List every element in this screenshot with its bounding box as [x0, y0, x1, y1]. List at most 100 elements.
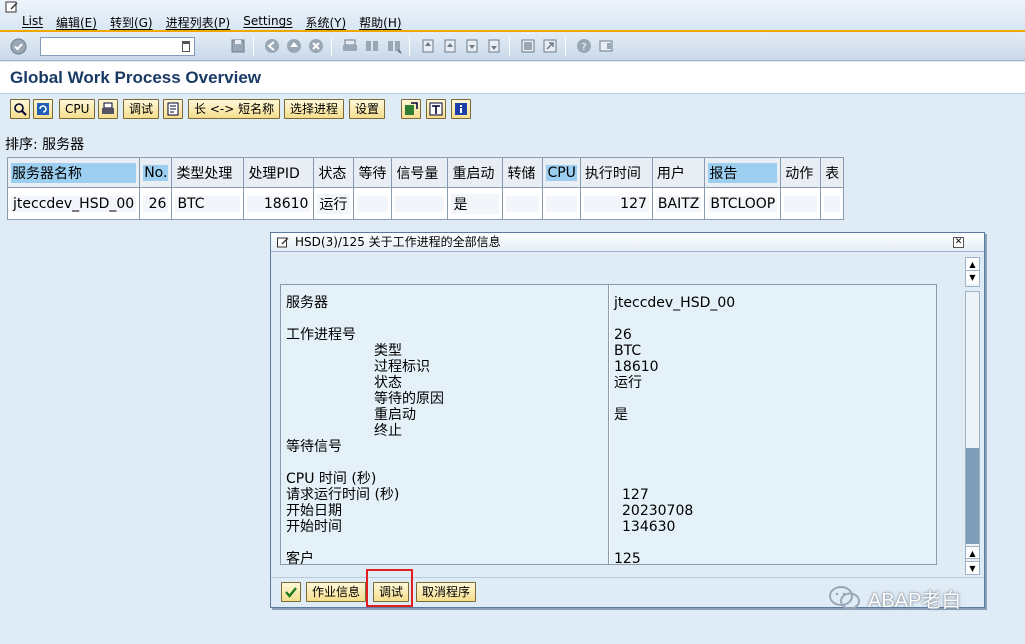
prev-page-icon[interactable]: [442, 38, 458, 54]
col-exec-time[interactable]: 执行时间: [579, 157, 653, 188]
cell-semaphore[interactable]: [391, 187, 449, 220]
cell-table[interactable]: [820, 187, 845, 220]
scroll-down-icon[interactable]: ▼: [966, 561, 979, 574]
col-semaphore[interactable]: 信号量: [391, 157, 449, 188]
scroll-up-icon[interactable]: ▲: [966, 546, 979, 559]
cell-server-name[interactable]: jteccdev_HSD_00: [6, 187, 141, 220]
first-page-icon[interactable]: [420, 38, 436, 54]
confirm-button[interactable]: [281, 582, 301, 602]
col-server-name[interactable]: 服务器名称: [6, 157, 141, 188]
label-type: 类型: [374, 343, 402, 359]
standard-toolbar: ?: [0, 32, 1025, 61]
cell-type[interactable]: BTC: [171, 187, 245, 220]
last-page-icon[interactable]: [486, 38, 502, 54]
cancel-icon[interactable]: [308, 38, 324, 54]
export-icon: [405, 102, 418, 115]
watermark: ABAP老白: [828, 584, 961, 612]
col-user[interactable]: 用户: [651, 157, 706, 188]
close-icon[interactable]: ✕: [953, 237, 964, 248]
cpu-button[interactable]: CPU: [59, 99, 96, 119]
check-icon: [285, 587, 297, 598]
detail-scrollbar[interactable]: ▲ ▼: [965, 291, 980, 575]
shortcut-icon[interactable]: [542, 38, 558, 54]
select-process-button[interactable]: 选择进程: [284, 99, 345, 119]
dialog-menu-icon[interactable]: [277, 237, 289, 248]
ok-icon[interactable]: [10, 38, 27, 55]
label-terminate: 终止: [374, 423, 402, 439]
menu-edit[interactable]: 编辑(E): [56, 14, 104, 31]
value-start-time: 134630: [622, 519, 676, 535]
command-field[interactable]: [40, 37, 195, 56]
menu-help[interactable]: 帮助(H): [359, 14, 408, 31]
command-input[interactable]: [41, 38, 179, 55]
label-wp-no: 工作进程号: [286, 327, 356, 343]
cell-status[interactable]: 运行: [313, 187, 355, 220]
page-title: Global Work Process Overview: [10, 68, 262, 87]
work-process-table: 服务器名称 No. 类型处理 处理PID 状态 等待 信号量 重启动 转储 CP…: [6, 157, 845, 220]
col-type[interactable]: 类型处理: [171, 157, 245, 188]
find-next-icon[interactable]: [386, 38, 402, 54]
cancel-program-button[interactable]: 取消程序: [416, 582, 477, 602]
col-status[interactable]: 状态: [313, 157, 355, 188]
save-icon[interactable]: [230, 38, 246, 54]
technical-info-button[interactable]: [426, 99, 446, 119]
col-pid[interactable]: 处理PID: [243, 157, 315, 188]
next-page-icon[interactable]: [464, 38, 480, 54]
scroll-down-icon[interactable]: ▼: [966, 271, 979, 284]
cell-dump[interactable]: [502, 187, 544, 220]
menu-goto[interactable]: 转到(G): [110, 14, 160, 31]
print-list-button[interactable]: [98, 99, 118, 119]
refresh-button[interactable]: [33, 99, 53, 119]
export-button[interactable]: [401, 99, 421, 119]
cell-cpu[interactable]: [542, 187, 581, 220]
value-pid: 18610: [614, 359, 659, 375]
cell-report[interactable]: BTCLOOP: [704, 187, 782, 220]
exit-icon[interactable]: [286, 38, 302, 54]
label-column: 服务器 工作进程号 类型 过程标识 状态 等待的原因 重启动 终止 等待信号 C…: [281, 285, 609, 564]
refresh-icon: [37, 103, 49, 115]
wechat-icon: [829, 586, 860, 610]
command-history-icon[interactable]: [182, 41, 190, 52]
cell-action[interactable]: [780, 187, 822, 220]
info-button[interactable]: [451, 99, 471, 119]
create-session-icon[interactable]: [520, 38, 536, 54]
top-scrollbar[interactable]: ▲ ▼: [965, 257, 980, 287]
scroll-thumb[interactable]: [966, 448, 979, 544]
doc-button[interactable]: [163, 99, 183, 119]
menu-system[interactable]: 系统(Y): [305, 14, 353, 31]
menu-settings[interactable]: Settings: [243, 14, 299, 31]
menu-process-list[interactable]: 进程列表(P): [166, 14, 238, 31]
find-icon[interactable]: [364, 38, 380, 54]
long-short-name-button[interactable]: 长 <-> 短名称: [188, 99, 281, 119]
detail-info-button[interactable]: [10, 99, 30, 119]
col-no[interactable]: No.: [139, 157, 173, 188]
col-report[interactable]: 报告: [704, 157, 782, 188]
print-icon[interactable]: [342, 38, 358, 54]
menu-list[interactable]: List: [22, 14, 50, 31]
cell-user[interactable]: BAITZ: [651, 187, 706, 220]
col-wait[interactable]: 等待: [353, 157, 393, 188]
label-status: 状态: [374, 375, 402, 391]
col-restart[interactable]: 重启动: [447, 157, 504, 188]
cell-wait[interactable]: [353, 187, 393, 220]
cell-no[interactable]: 26: [139, 187, 173, 220]
col-table[interactable]: 表: [820, 157, 845, 188]
cell-pid[interactable]: 18610: [243, 187, 315, 220]
back-icon[interactable]: [264, 38, 280, 54]
debug-button[interactable]: 调试: [123, 99, 160, 119]
settings-button[interactable]: 设置: [349, 99, 386, 119]
table-row[interactable]: jteccdev_HSD_00 26 BTC 18610 运行 是 127 BA…: [6, 187, 845, 220]
col-dump[interactable]: 转储: [502, 157, 544, 188]
layout-icon[interactable]: [598, 38, 614, 54]
dialog-title-bar[interactable]: HSD(3)/125 关于工作进程的全部信息: [271, 233, 984, 252]
cell-exec-time[interactable]: 127: [579, 187, 653, 220]
help-icon[interactable]: ?: [576, 38, 592, 54]
app-menu-icon[interactable]: [5, 1, 19, 13]
watermark-text: ABAP老白: [868, 589, 962, 612]
work-process-detail-dialog: HSD(3)/125 关于工作进程的全部信息 ✕ 服务器 工作进程号 类型 过程…: [270, 232, 985, 608]
cell-restart[interactable]: 是: [447, 187, 504, 220]
job-info-button[interactable]: 作业信息: [306, 582, 367, 602]
scroll-up-icon[interactable]: ▲: [966, 258, 979, 271]
col-cpu[interactable]: CPU: [542, 157, 581, 188]
col-action[interactable]: 动作: [780, 157, 822, 188]
